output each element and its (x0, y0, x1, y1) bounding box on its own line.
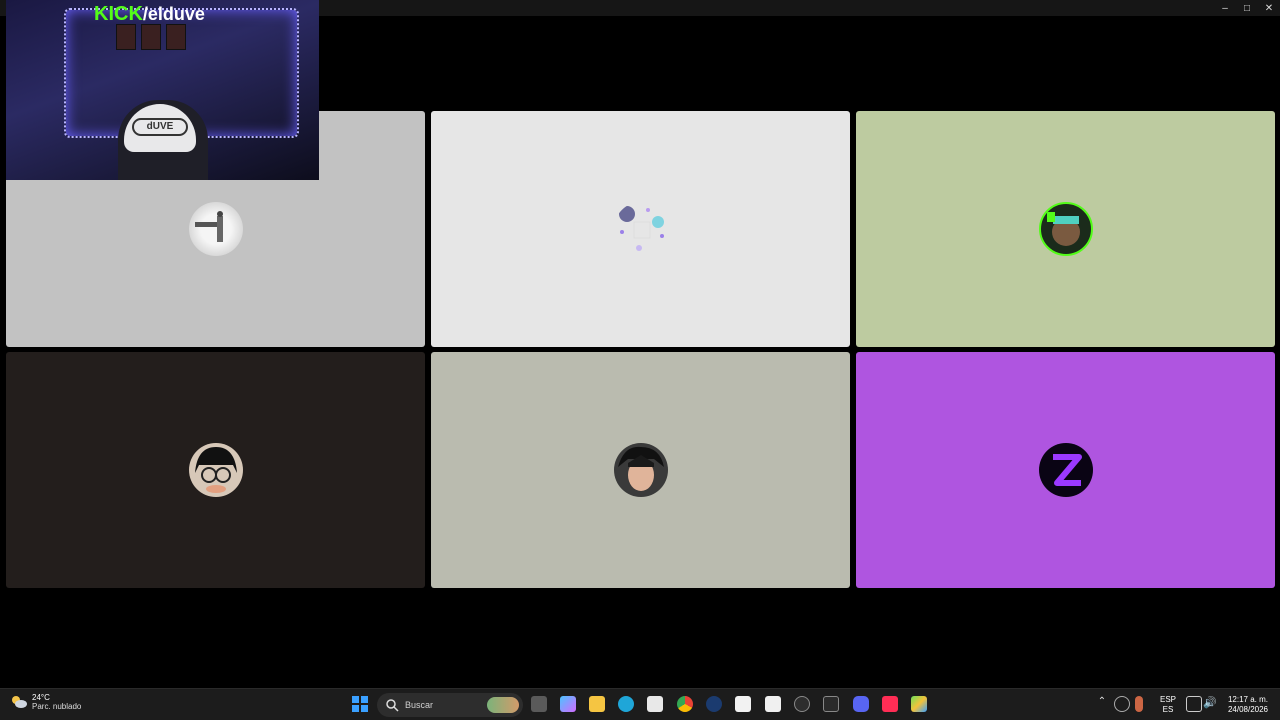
network-off-icon[interactable] (1114, 696, 1130, 712)
participant-tile-6[interactable] (856, 352, 1275, 588)
maximize-icon[interactable]: □ (1236, 0, 1258, 16)
keyboard-code: ES (1162, 705, 1174, 714)
task-view-icon[interactable] (531, 696, 547, 712)
weather-desc: Parc. nublado (32, 702, 82, 711)
app-window: – □ ✕ dUVE KICK/elduve (0, 0, 1280, 688)
chevron-up-icon[interactable]: ⌃ (1094, 696, 1110, 712)
webcam-overlay: dUVE KICK/elduve (6, 0, 319, 180)
taskbar: 24°C Parc. nublado Buscar ⌃ ESP ES 🔊 12:… (0, 688, 1280, 720)
search-highlight-icon (487, 697, 519, 713)
participant-tile-3[interactable] (856, 111, 1275, 347)
steam-icon[interactable] (706, 696, 722, 712)
minimize-icon[interactable]: – (1214, 0, 1236, 16)
wall-poster (166, 24, 186, 50)
participant-tile-5[interactable] (431, 352, 850, 588)
language-indicator[interactable]: ESP ES (1156, 695, 1180, 715)
weather-widget[interactable]: 24°C Parc. nublado (10, 693, 81, 711)
participant-avatar (188, 443, 243, 497)
epic-games-icon[interactable] (823, 696, 839, 712)
kick-handle: KICK/elduve (94, 3, 205, 26)
participant-tile-2[interactable] (431, 111, 850, 347)
close-icon[interactable]: ✕ (1258, 0, 1280, 16)
volume-icon[interactable]: 🔊 (1203, 696, 1219, 712)
clock-date: 24/08/2026 (1227, 705, 1269, 714)
capcut-icon[interactable] (765, 696, 781, 712)
obs-icon[interactable] (794, 696, 810, 712)
participant-avatar (613, 202, 668, 256)
store-icon[interactable] (647, 696, 663, 712)
file-explorer-icon[interactable] (589, 696, 605, 712)
copilot-icon[interactable] (560, 696, 576, 712)
participant-avatar (1038, 443, 1093, 497)
participant-avatar (613, 443, 668, 497)
language-code: ESP (1159, 695, 1176, 704)
wall-poster (141, 24, 161, 50)
kick-logo: KICK (94, 3, 143, 25)
kick-username: /elduve (142, 4, 205, 24)
edge-icon[interactable] (618, 696, 634, 712)
search-placeholder: Buscar (405, 700, 434, 710)
participant-avatar (188, 202, 243, 256)
search-icon (386, 699, 399, 712)
notepad-icon[interactable] (735, 696, 751, 712)
wall-poster (116, 24, 136, 50)
search-box[interactable]: Buscar (377, 693, 523, 717)
microphone-icon[interactable] (1135, 696, 1143, 712)
discord-icon[interactable] (853, 696, 869, 712)
display-icon[interactable] (1186, 696, 1202, 712)
cap-logo: dUVE (132, 118, 188, 136)
windows-start-icon[interactable] (352, 696, 368, 712)
window-controls: – □ ✕ (1214, 0, 1280, 16)
weather-temp: 24°C (32, 693, 50, 702)
clock[interactable]: 12:17 a. m. 24/08/2026 (1222, 695, 1274, 715)
bluestacks-icon[interactable] (911, 696, 927, 712)
participant-avatar (1038, 202, 1093, 256)
cloudy-weather-icon (12, 696, 27, 708)
clock-time: 12:17 a. m. (1227, 695, 1269, 704)
tiktok-icon[interactable] (882, 696, 898, 712)
participant-tile-4[interactable] (6, 352, 425, 588)
chrome-icon[interactable] (677, 696, 693, 712)
